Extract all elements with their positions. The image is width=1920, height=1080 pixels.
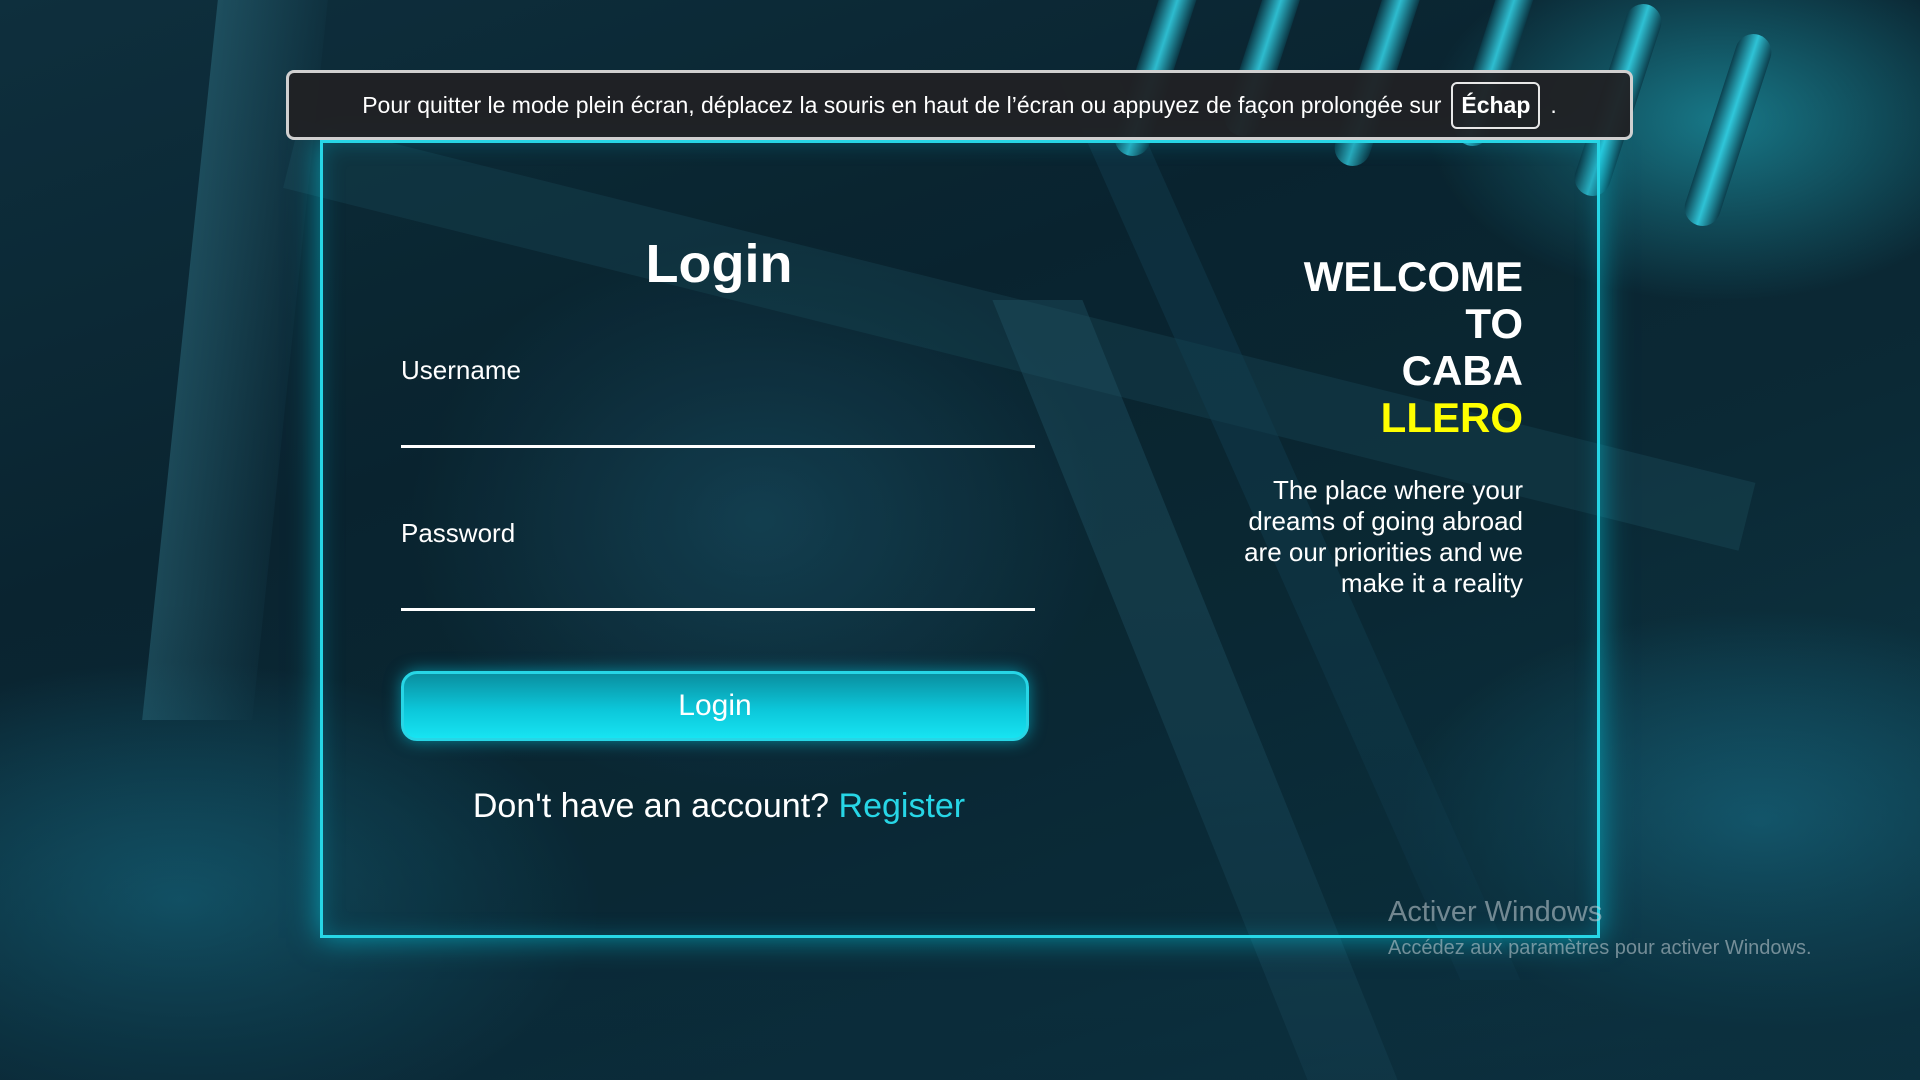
username-label: Username (401, 355, 521, 385)
fullscreen-notice-text: Pour quitter le mode plein écran, déplac… (362, 91, 1442, 118)
register-prompt: Don't have an account? Register (401, 787, 1037, 826)
register-prompt-text: Don't have an account? (472, 787, 830, 825)
watermark-subtitle: Accédez aux paramètres pour activer Wind… (1388, 937, 1812, 959)
password-input[interactable] (401, 559, 1035, 611)
escape-key-hint: Échap (1451, 81, 1541, 129)
login-form: Login Username Password Login Don't have… (401, 233, 1037, 826)
fullscreen-notice-suffix: . (1550, 91, 1557, 118)
login-title: Login (645, 234, 793, 294)
welcome-panel: WELCOME TO CABA LLERO The place where yo… (1223, 253, 1523, 599)
password-field-group: Password (401, 518, 1037, 611)
windows-activation-watermark: Activer Windows Accédez aux paramètres p… (1388, 896, 1812, 960)
username-input[interactable] (401, 396, 1035, 448)
password-label: Password (401, 518, 516, 548)
login-card: Login Username Password Login Don't have… (320, 140, 1600, 938)
register-link[interactable]: Register (839, 787, 966, 825)
welcome-heading-line: CABA (1401, 347, 1523, 394)
watermark-title: Activer Windows (1388, 896, 1603, 928)
login-button[interactable]: Login (401, 671, 1029, 741)
welcome-heading-line: WELCOME (1303, 253, 1523, 300)
fullscreen-notice: Pour quitter le mode plein écran, déplac… (286, 70, 1633, 140)
welcome-heading-line: TO (1465, 300, 1523, 347)
welcome-heading-accent: LLERO (1380, 394, 1523, 441)
username-field-group: Username (401, 355, 1037, 448)
welcome-tagline: The place where your dreams of going abr… (1244, 475, 1523, 598)
